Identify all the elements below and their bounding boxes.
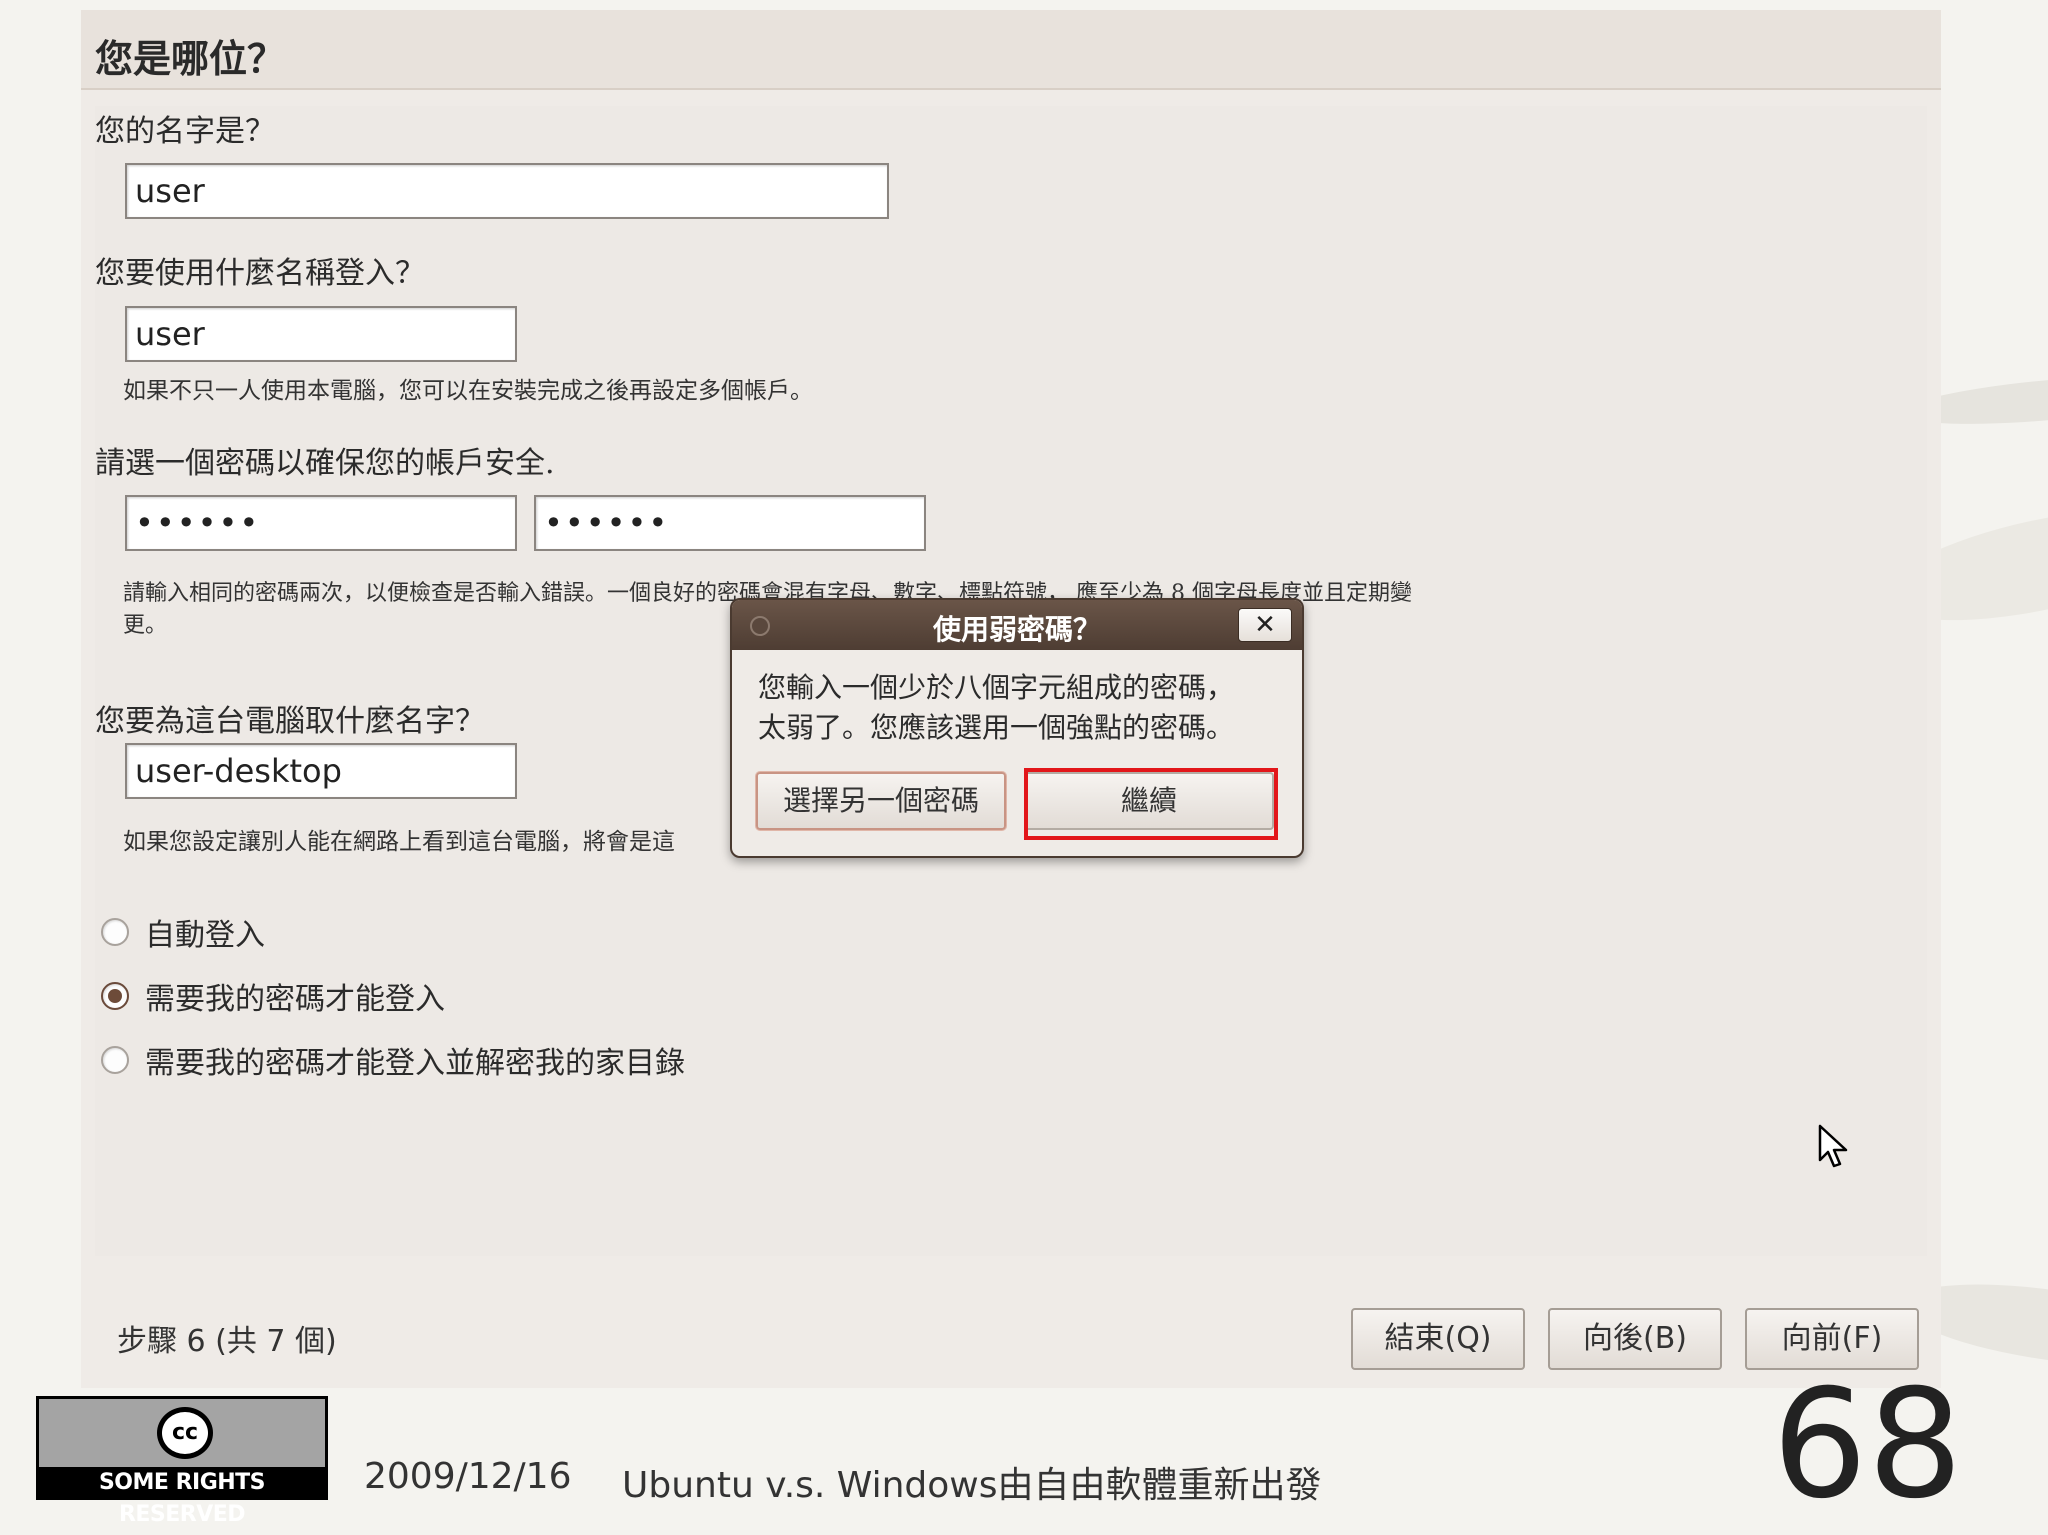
quit-button[interactable]: 結束(Q) [1351, 1308, 1525, 1370]
radio-button[interactable] [101, 918, 129, 946]
mouse-pointer-icon [1818, 1124, 1848, 1168]
slide-footer-title: Ubuntu v.s. Windows由自由軟體重新出發 [622, 1465, 1322, 1506]
login-question: 您要使用什麼名稱登入？ [95, 256, 425, 291]
dialog-title: 使用弱密碼？ [932, 613, 1101, 646]
name-question: 您的名字是？ [95, 114, 275, 149]
radio-button[interactable] [101, 1046, 129, 1074]
name-field[interactable]: user [125, 163, 889, 219]
login-name-field[interactable]: user [125, 306, 517, 362]
computer-name-field[interactable]: user-desktop [125, 743, 517, 799]
continue-button[interactable]: 繼續 [1024, 772, 1274, 830]
radio-auto-login[interactable]: 自動登入 [101, 910, 265, 954]
radio-label: 自動登入 [145, 918, 265, 953]
dialog-message-line2: 太弱了。您應該選用一個強點的密碼。 [758, 711, 1235, 744]
password-question: 請選一個密碼以確保您的帳戶安全. [95, 446, 555, 481]
radio-require-password[interactable]: 需要我的密碼才能登入 [101, 974, 445, 1018]
password-confirm-field[interactable]: •••••• [534, 495, 926, 551]
cc-badge-text: SOME RIGHTS RESERVED [39, 1467, 325, 1527]
weak-password-dialog: 使用弱密碼？ ✕ 您輸入一個少於八個字元組成的密碼， 太弱了。您應該選用一個強點… [730, 598, 1304, 858]
step-indicator: 步驟 6 (共 7 個) [117, 1324, 337, 1359]
back-button[interactable]: 向後(B) [1548, 1308, 1722, 1370]
slide-page-number: 68 [1772, 1358, 1963, 1532]
password-field[interactable]: •••••• [125, 495, 517, 551]
computer-name-hint: 如果您設定讓別人能在網路上看到這台電腦，將會是這 [123, 829, 675, 855]
dialog-message-line1: 您輸入一個少於八個字元組成的密碼， [758, 671, 1235, 704]
choose-another-password-button[interactable]: 選擇另一個密碼 [756, 772, 1006, 830]
login-hint: 如果不只一人使用本電腦，您可以在安裝完成之後再設定多個帳戶。 [123, 378, 813, 404]
dialog-titlebar[interactable]: 使用弱密碼？ ✕ [732, 600, 1302, 650]
radio-button-selected[interactable] [101, 982, 129, 1010]
header-bar: 您是哪位？ [81, 10, 1941, 90]
slide-date: 2009/12/16 [364, 1456, 572, 1497]
cc-logo-icon: cc [157, 1407, 213, 1459]
dialog-message: 您輸入一個少於八個字元組成的密碼， 太弱了。您應該選用一個強點的密碼。 [758, 668, 1288, 748]
radio-require-password-encrypt-home[interactable]: 需要我的密碼才能登入並解密我的家目錄 [101, 1038, 685, 1082]
page-title: 您是哪位？ [95, 36, 286, 81]
radio-label: 需要我的密碼才能登入並解密我的家目錄 [145, 1046, 685, 1081]
close-button[interactable]: ✕ [1238, 608, 1292, 642]
radio-label: 需要我的密碼才能登入 [145, 982, 445, 1017]
creative-commons-badge: cc SOME RIGHTS RESERVED [36, 1396, 328, 1527]
computer-name-question: 您要為這台電腦取什麼名字？ [95, 704, 485, 739]
